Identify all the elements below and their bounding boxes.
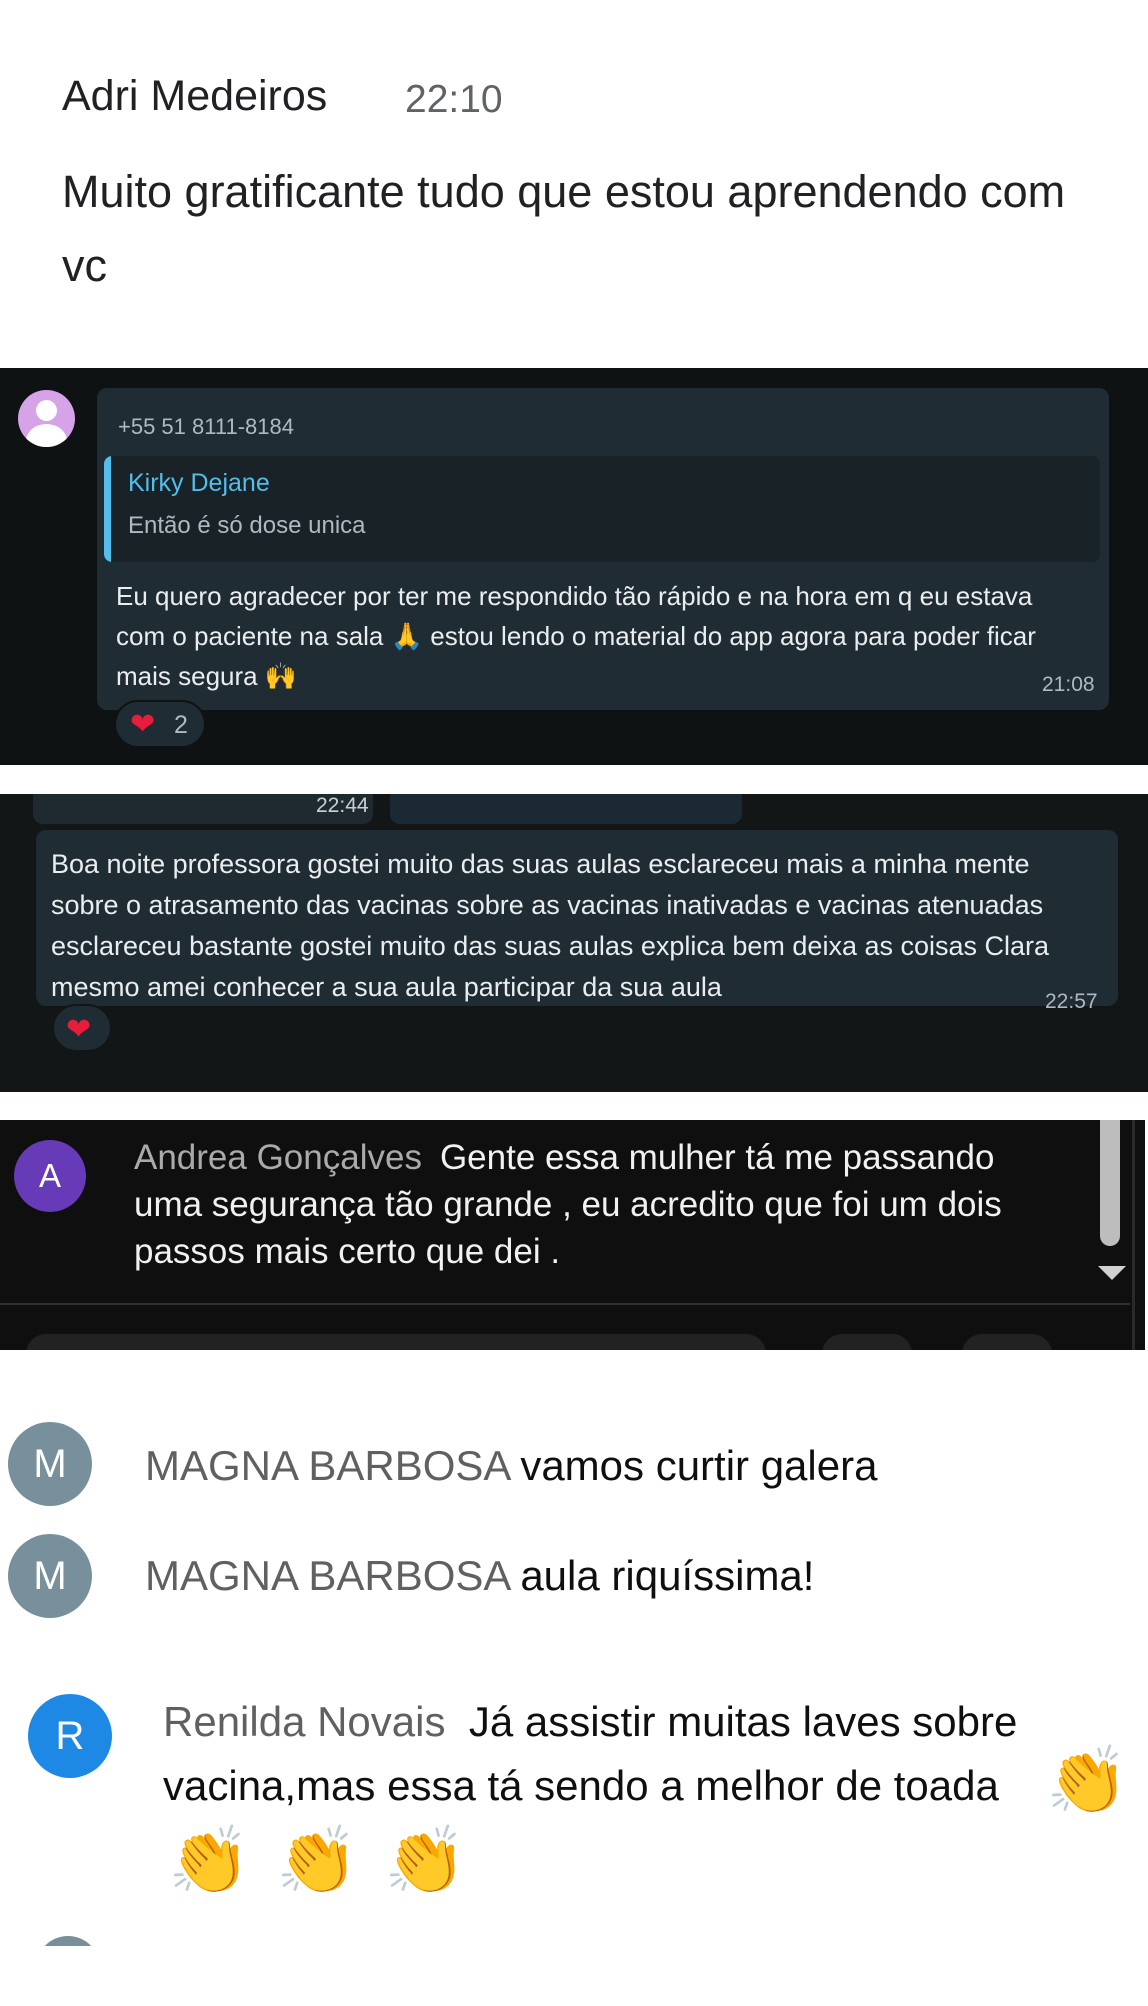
clapping-hands-emoji-icon: 👏 xyxy=(384,1822,467,1899)
quoted-message: Então é só dose unica xyxy=(128,512,366,539)
clapping-hands-emoji-icon: 👏 xyxy=(276,1822,359,1899)
avatar[interactable]: A xyxy=(14,1140,86,1212)
whatsapp-chat-panel: 22:44 Boa noite professora gostei muito … xyxy=(0,794,1148,1092)
chat-author[interactable]: Andrea Gonçalves xyxy=(134,1138,422,1177)
quoted-author: Kirky Dejane xyxy=(128,469,270,497)
message-time: 22:57 xyxy=(1045,990,1098,1013)
comment-message: Muito gratificante tudo que estou aprend… xyxy=(62,166,1066,291)
live-chat-panel: A Andrea Gonçalves Gente essa mulher tá m… xyxy=(0,1120,1145,1350)
scroll-down-arrow-icon[interactable] xyxy=(1098,1266,1126,1280)
reaction-pill[interactable] xyxy=(114,700,206,748)
chat-message: Renilda Novais Já assistir muitas laves … xyxy=(163,1690,1133,1818)
scrollbar-track xyxy=(1132,1120,1135,1350)
message-time: 21:08 xyxy=(1042,673,1095,696)
send-button[interactable] xyxy=(962,1334,1052,1350)
scrollbar-thumb[interactable] xyxy=(1100,1120,1120,1246)
chat-message: Andrea Gonçalves Gente essa mulher tá me … xyxy=(134,1134,1014,1275)
reaction-count: 2 xyxy=(174,711,188,739)
clapping-hands-emoji-icon: 👏 xyxy=(168,1822,251,1899)
previous-message-bubble[interactable] xyxy=(390,794,742,824)
avatar[interactable] xyxy=(36,1936,100,1946)
comment-author: Adri Medeiros xyxy=(62,72,328,120)
chat-message-text: aula riquíssima! xyxy=(520,1552,815,1599)
user-avatar-icon[interactable] xyxy=(18,390,75,447)
previous-message-time: 22:44 xyxy=(316,794,369,817)
raised-hands-emoji-icon: 🙌 xyxy=(264,661,298,691)
avatar[interactable]: R xyxy=(28,1694,112,1778)
chat-author[interactable]: Renilda Novais xyxy=(163,1698,445,1745)
heart-icon: ❤ xyxy=(66,1012,92,1047)
message-text: Boa noite professora gostei muito das su… xyxy=(51,849,1050,1002)
avatar[interactable]: M xyxy=(8,1422,92,1506)
divider xyxy=(0,1303,1130,1305)
avatar[interactable]: M xyxy=(8,1534,92,1618)
clapping-hands-emoji-icon: 👏 xyxy=(1046,1742,1129,1819)
sender-phone[interactable]: +55 51 8111-8184 xyxy=(118,414,294,440)
message-text: Eu quero agradecer por ter me respondido… xyxy=(116,581,1036,691)
chat-author[interactable]: MAGNA BARBOSA xyxy=(145,1552,511,1599)
chat-author[interactable]: MAGNA BARBOSA xyxy=(145,1442,511,1489)
chat-input[interactable] xyxy=(26,1334,766,1350)
whatsapp-chat-panel: +55 51 8111-8184 Kirky Dejane Então é só… xyxy=(0,368,1148,765)
chat-message-text: vamos curtir galera xyxy=(520,1442,878,1489)
chat-message: MAGNA BARBOSA aula riquíssima! xyxy=(145,1552,814,1600)
emoji-row: 👏 👏 👏 xyxy=(168,1822,493,1900)
heart-icon: ❤ xyxy=(130,707,156,742)
chat-message: MAGNA BARBOSA vamos curtir galera xyxy=(145,1442,877,1490)
comment-time: 22:10 xyxy=(405,78,503,121)
emoji-button[interactable] xyxy=(822,1334,912,1350)
pray-emoji-icon: 🙏 xyxy=(390,621,423,651)
